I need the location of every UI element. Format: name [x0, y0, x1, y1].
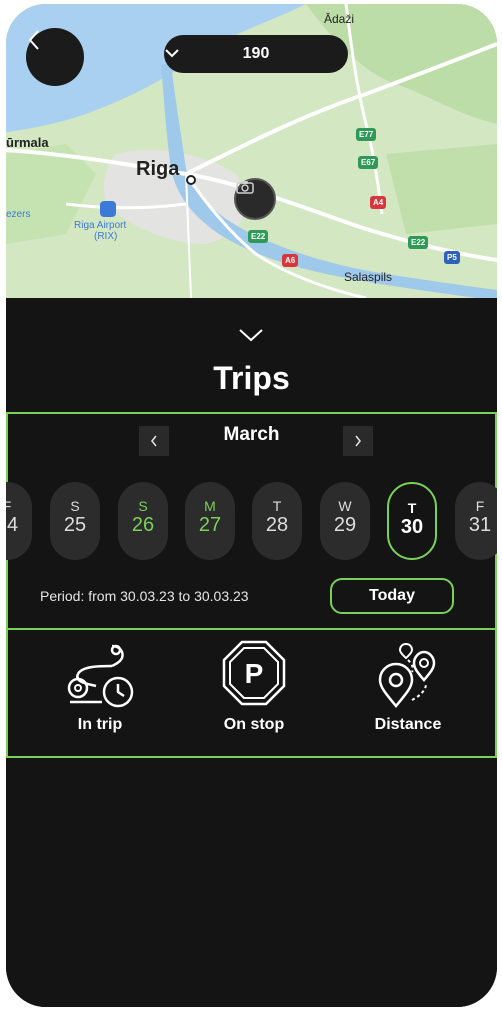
today-button[interactable]: Today — [330, 578, 454, 614]
day-chip[interactable]: T 28 — [252, 482, 302, 560]
phone-screen: Ādaži ūrmala Riga Riga Airport (RIX) eze… — [6, 4, 497, 1007]
map-label-ezers: ezers — [6, 209, 31, 220]
map-label-jurmala: ūrmala — [6, 135, 49, 150]
day-chip-selected[interactable]: T 30 — [387, 482, 437, 560]
back-button[interactable] — [26, 28, 84, 86]
day-date: 28 — [265, 514, 289, 536]
day-name: W — [338, 498, 352, 514]
vehicle-select-value: 190 — [242, 45, 270, 62]
vehicle-select[interactable]: 190 — [164, 35, 348, 73]
day-name: S — [138, 498, 148, 514]
day-chip[interactable]: S 26 — [118, 482, 168, 560]
day-name: M — [204, 498, 216, 514]
map-label-adazi: Ādaži — [324, 12, 355, 26]
camera-icon — [236, 181, 254, 194]
road-shield-a4: A4 — [370, 196, 387, 209]
road-shield-e22: E22 — [248, 230, 269, 243]
riga-city-dot — [186, 175, 196, 185]
route-clock-icon — [67, 644, 134, 708]
road-shield-e22-east: E22 — [408, 236, 429, 249]
distance-pins-icon — [378, 642, 436, 709]
chevron-down-icon — [239, 329, 263, 342]
parking-icon: P — [222, 640, 286, 706]
map-label-airport-code: (RIX) — [94, 231, 118, 242]
day-date: 31 — [468, 514, 492, 536]
day-chip[interactable]: M 27 — [185, 482, 235, 560]
stat-distance[interactable]: Distance — [338, 640, 478, 734]
stat-label: In trip — [77, 716, 123, 733]
road-shield-e67: E67 — [358, 156, 379, 169]
map-label-salaspils: Salaspils — [344, 270, 393, 284]
day-date: 29 — [333, 514, 357, 536]
day-date: 25 — [63, 514, 87, 536]
map-label-riga: Riga — [136, 158, 180, 180]
road-shield-a6: A6 — [282, 254, 299, 267]
trip-stats: In trip P On stop Distance — [6, 630, 497, 758]
stat-label: Distance — [374, 716, 442, 733]
page-title: Trips — [213, 360, 290, 396]
day-chip[interactable]: S 25 — [50, 482, 100, 560]
month-label: March — [223, 424, 280, 445]
day-chip[interactable]: W 29 — [320, 482, 370, 560]
stat-on-stop[interactable]: P On stop — [184, 640, 324, 734]
stat-in-trip[interactable]: In trip — [30, 640, 170, 734]
chevron-down-icon — [165, 49, 179, 58]
day-name: T — [407, 500, 417, 516]
day-name: F — [475, 498, 485, 514]
day-name: F — [6, 498, 12, 514]
chevron-left-icon — [28, 30, 39, 50]
next-month-button[interactable] — [343, 426, 373, 456]
day-date: 30 — [400, 516, 424, 538]
svg-text:P: P — [245, 658, 264, 689]
collapse-button[interactable] — [238, 328, 264, 347]
stat-label: On stop — [223, 716, 285, 733]
road-shield-e77: E77 — [356, 128, 377, 141]
day-name: S — [70, 498, 80, 514]
map-label-airport: Riga Airport — [74, 220, 127, 231]
day-name: T — [272, 498, 282, 514]
day-date: 27 — [198, 514, 222, 536]
day-chip[interactable]: F 31 — [455, 482, 497, 560]
day-chip[interactable]: F 24 — [6, 482, 32, 560]
airport-icon — [100, 201, 116, 217]
camera-button[interactable] — [234, 178, 276, 220]
day-date: 24 — [6, 514, 19, 536]
period-text: Period: from 30.03.23 to 30.03.23 — [40, 588, 249, 604]
road-shield-p5: P5 — [444, 251, 460, 264]
date-picker: March F 24 S 25 S 26 M 27 — [6, 412, 497, 630]
chevron-right-icon — [355, 435, 362, 447]
map-view[interactable]: Ādaži ūrmala Riga Riga Airport (RIX) eze… — [6, 4, 497, 298]
trips-panel: Trips March F 24 S 25 S — [6, 298, 497, 1007]
day-date: 26 — [131, 514, 155, 536]
